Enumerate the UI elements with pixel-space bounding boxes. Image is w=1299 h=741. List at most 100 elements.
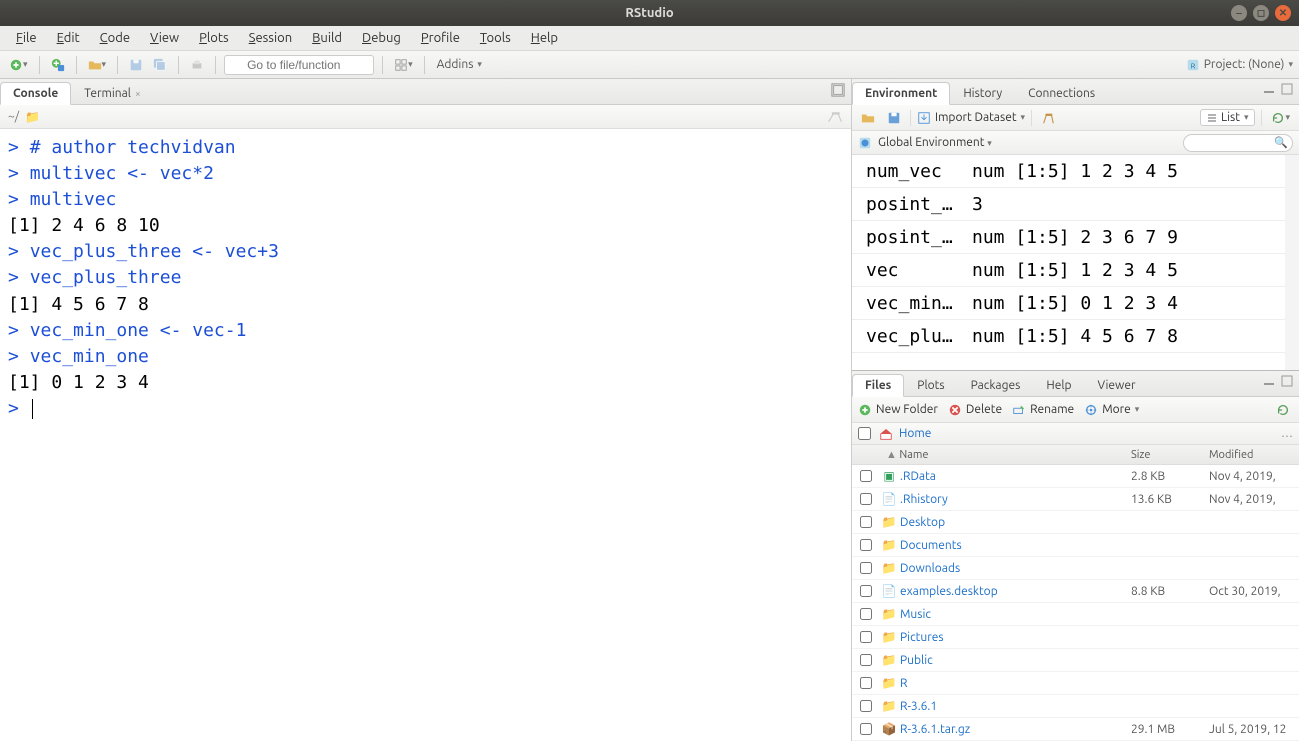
file-checkbox[interactable] [860,608,872,620]
delete-button[interactable]: Delete [948,403,1002,417]
file-checkbox[interactable] [860,654,872,666]
file-row[interactable]: 📁Desktop [852,511,1299,534]
env-row[interactable]: posint_…3 [852,188,1285,221]
maximize-pane-icon[interactable] [1281,375,1293,387]
save-button[interactable] [126,56,146,74]
file-name[interactable]: Pictures [898,631,1131,644]
refresh-env-button[interactable]: ▾ [1268,109,1293,127]
tab-viewer[interactable]: Viewer [1084,374,1148,396]
tab-terminal[interactable]: Terminal× [71,82,153,104]
file-name[interactable]: R-3.6.1 [898,700,1131,713]
home-icon[interactable] [879,427,893,441]
new-file-button[interactable]: ▾ [6,56,31,74]
col-modified[interactable]: Modified [1209,449,1299,461]
menu-plots[interactable]: Plots [189,28,239,48]
open-env-button[interactable] [858,109,878,127]
file-row[interactable]: 📁Public [852,649,1299,672]
tab-console[interactable]: Console [0,82,71,105]
file-name[interactable]: Music [898,608,1131,621]
save-env-button[interactable] [884,109,904,127]
files-more-icon[interactable]: … [1281,427,1293,440]
maximize-pane-icon[interactable] [1281,83,1293,95]
tab-packages[interactable]: Packages [958,374,1034,396]
file-row[interactable]: 📁R [852,672,1299,695]
file-name[interactable]: Documents [898,539,1131,552]
menu-view[interactable]: View [140,28,189,48]
col-name[interactable]: Name [880,449,1131,461]
tab-files[interactable]: Files [852,374,904,397]
file-name[interactable]: .RData [898,470,1131,483]
file-name[interactable]: Public [898,654,1131,667]
menu-edit[interactable]: Edit [47,28,90,48]
grid-button[interactable]: ▾ [391,56,416,74]
file-checkbox[interactable] [860,539,872,551]
working-directory[interactable]: ~/ [8,110,19,123]
file-name[interactable]: Desktop [898,516,1131,529]
file-row[interactable]: 📁Documents [852,534,1299,557]
env-row[interactable]: vec_plu…num [1:5] 4 5 6 7 8 [852,320,1285,353]
menu-debug[interactable]: Debug [352,28,411,48]
refresh-files-button[interactable] [1273,401,1293,419]
file-name[interactable]: .Rhistory [898,493,1131,506]
import-dataset-button[interactable]: Import Dataset ▾ [917,111,1025,125]
file-name[interactable]: Downloads [898,562,1131,575]
env-scrollbar[interactable] [1285,155,1299,370]
new-project-button[interactable] [48,56,68,74]
clear-env-button[interactable] [1038,109,1058,127]
file-row[interactable]: 📁Music [852,603,1299,626]
file-row[interactable]: 📁Downloads [852,557,1299,580]
file-row[interactable]: 📁Pictures [852,626,1299,649]
more-button[interactable]: More ▾ [1084,403,1139,417]
menu-session[interactable]: Session [239,28,302,48]
clear-console-icon[interactable] [827,110,843,124]
save-all-button[interactable] [150,56,170,74]
tab-connections[interactable]: Connections [1015,82,1108,104]
goto-input[interactable] [224,55,374,75]
file-row[interactable]: 📄examples.desktop8.8 KBOct 30, 2019, [852,580,1299,603]
env-view-toggle[interactable]: List ▾ [1200,109,1255,126]
file-name[interactable]: R [898,677,1131,690]
file-checkbox[interactable] [860,493,872,505]
new-folder-button[interactable]: New Folder [858,403,938,417]
window-maximize-button[interactable]: ◻ [1253,5,1269,21]
window-minimize-button[interactable]: ‒ [1231,5,1247,21]
env-row[interactable]: posint_…num [1:5] 2 3 6 7 9 [852,221,1285,254]
env-row[interactable]: vecnum [1:5] 1 2 3 4 5 [852,254,1285,287]
file-checkbox[interactable] [860,723,872,735]
tab-plots[interactable]: Plots [904,374,957,396]
select-all-checkbox[interactable] [858,427,871,440]
file-name[interactable]: R-3.6.1.tar.gz [898,723,1131,736]
rename-button[interactable]: Rename [1012,403,1074,417]
console-output[interactable]: > # author techvidvan> multivec <- vec*2… [0,129,851,741]
menu-tools[interactable]: Tools [470,28,521,48]
file-row[interactable]: 📄.Rhistory13.6 KBNov 4, 2019, [852,488,1299,511]
file-row[interactable]: 📁R-3.6.1 [852,695,1299,718]
file-checkbox[interactable] [860,470,872,482]
file-row[interactable]: ▣.RData2.8 KBNov 4, 2019, [852,465,1299,488]
pane-layout-icon[interactable] [831,83,845,97]
file-name[interactable]: examples.desktop [898,585,1131,598]
env-row[interactable]: num_vecnum [1:5] 1 2 3 4 5 [852,155,1285,188]
file-checkbox[interactable] [860,677,872,689]
file-checkbox[interactable] [860,700,872,712]
tab-environment[interactable]: Environment [852,82,950,105]
wd-browse-icon[interactable]: 📁 [25,110,40,124]
file-checkbox[interactable] [860,585,872,597]
env-row[interactable]: vec_min…num [1:5] 0 1 2 3 4 [852,287,1285,320]
tab-help[interactable]: Help [1033,374,1084,396]
file-checkbox[interactable] [860,562,872,574]
menu-help[interactable]: Help [521,28,568,48]
goto-file-function[interactable]: ➜ [224,55,374,75]
breadcrumb-home[interactable]: Home [899,427,931,440]
menu-build[interactable]: Build [302,28,352,48]
addins-menu[interactable]: Addins ▾ [433,58,486,71]
minimize-pane-icon[interactable] [1263,375,1275,387]
menu-profile[interactable]: Profile [411,28,470,48]
file-checkbox[interactable] [860,631,872,643]
col-size[interactable]: Size [1131,449,1209,461]
menu-code[interactable]: Code [90,28,140,48]
tab-history[interactable]: History [950,82,1015,104]
env-scope-selector[interactable]: Global Environment ▾ [878,136,992,149]
project-selector[interactable]: R Project: (None) ▾ [1186,58,1293,72]
minimize-pane-icon[interactable] [1263,83,1275,95]
